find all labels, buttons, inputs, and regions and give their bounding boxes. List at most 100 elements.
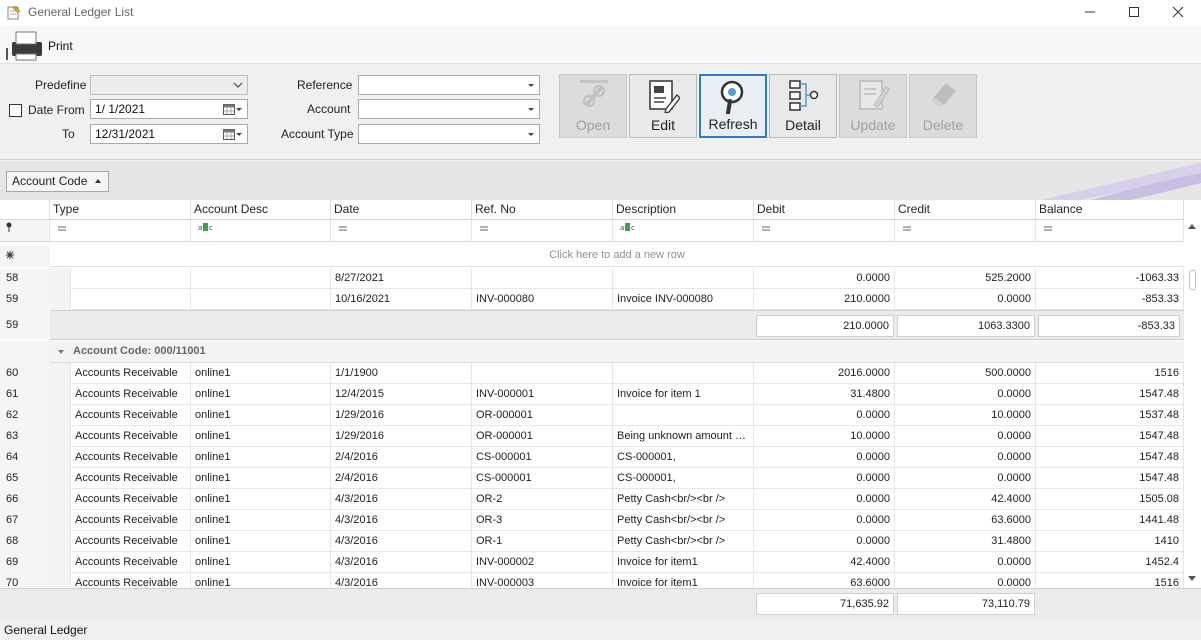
cell-date[interactable]: 2/4/2016 [331, 447, 472, 468]
cell-ref-no[interactable]: OR-3 [472, 510, 613, 531]
date-from-picker[interactable]: 1/ 1/2021 [90, 99, 248, 119]
cell-debit[interactable]: 2016.0000 [754, 363, 895, 384]
cell-credit[interactable]: 63.6000 [895, 510, 1036, 531]
cell-debit[interactable]: 0.0000 [754, 405, 895, 426]
cell-debit[interactable]: 31.4800 [754, 384, 895, 405]
date-to-picker[interactable]: 12/31/2021 [90, 124, 248, 144]
cell-credit[interactable]: 0.0000 [895, 468, 1036, 489]
cell-account-desc[interactable]: online1 [191, 363, 331, 384]
group-row-account-code[interactable]: Account Code: 000/11001 [50, 341, 1184, 363]
open-button[interactable]: Open [559, 74, 627, 138]
cell-account-desc[interactable]: online1 [191, 384, 331, 405]
cell-ref-no[interactable]: OR-1 [472, 531, 613, 552]
cell-balance[interactable]: 1410 [1036, 531, 1184, 552]
cell-balance[interactable]: -853.33 [1036, 289, 1184, 310]
cell-description[interactable]: CS-000001, [613, 447, 754, 468]
cell-date[interactable]: 4/3/2016 [331, 531, 472, 552]
cell-type[interactable]: Accounts Receivable [71, 363, 191, 384]
detail-button[interactable]: Detail [769, 74, 837, 138]
table-row[interactable]: Accounts Receivable online1 1/1/1900 2016.0… [50, 363, 1184, 384]
cell-balance[interactable]: -1063.33 [1036, 268, 1184, 289]
scrollbar-thumb[interactable] [1189, 270, 1196, 290]
cell-type[interactable]: Accounts Receivable [71, 510, 191, 531]
vertical-scrollbar[interactable] [1184, 220, 1201, 590]
table-row[interactable]: Accounts Receivable online1 4/3/2016 OR-3 Pe… [50, 510, 1184, 531]
cell-account-desc[interactable]: online1 [191, 426, 331, 447]
cell-description[interactable]: Invoice for item 1 [613, 384, 754, 405]
cell-debit[interactable]: 0.0000 [754, 468, 895, 489]
cell-credit[interactable]: 500.0000 [895, 363, 1036, 384]
cell-account-desc[interactable]: online1 [191, 552, 331, 573]
table-row[interactable]: Accounts Receivable online1 12/4/2015 INV-0… [50, 384, 1184, 405]
account-select[interactable] [358, 99, 540, 119]
delete-button[interactable]: Delete [909, 74, 977, 138]
cell-date[interactable]: 4/3/2016 [331, 510, 472, 531]
cell-debit[interactable]: 0.0000 [754, 510, 895, 531]
cell-account-desc[interactable]: online1 [191, 447, 331, 468]
cell-credit[interactable]: 10.0000 [895, 405, 1036, 426]
cell-date[interactable]: 10/16/2021 [331, 289, 472, 310]
cell-debit[interactable]: 210.0000 [754, 289, 895, 310]
cell-balance[interactable]: 1441.48 [1036, 510, 1184, 531]
table-row[interactable]: Accounts Receivable online1 2/4/2016 CS-000… [50, 468, 1184, 489]
cell-type[interactable] [71, 289, 191, 310]
collapse-triangle-icon[interactable] [57, 341, 65, 362]
close-button[interactable] [1155, 0, 1201, 24]
cell-type[interactable]: Accounts Receivable [71, 552, 191, 573]
cell-ref-no[interactable] [472, 268, 613, 289]
filter-cell-ref-no[interactable] [472, 220, 613, 242]
cell-type[interactable]: Accounts Receivable [71, 405, 191, 426]
cell-type[interactable]: Accounts Receivable [71, 531, 191, 552]
table-row[interactable]: Accounts Receivable online1 4/3/2016 OR-1 Pe… [50, 531, 1184, 552]
filter-cell-description[interactable]: ac [613, 220, 754, 242]
cell-account-desc[interactable]: online1 [191, 405, 331, 426]
cell-debit[interactable]: 10.0000 [754, 426, 895, 447]
account-type-select[interactable] [358, 124, 540, 144]
cell-ref-no[interactable]: CS-000001 [472, 468, 613, 489]
cell-description[interactable]: Petty Cash<br/><br /> [613, 510, 754, 531]
cell-description[interactable]: Invoice for item1 [613, 552, 754, 573]
cell-ref-no[interactable]: OR-2 [472, 489, 613, 510]
table-row[interactable]: 10/16/2021 INV-000080 Invoice INV-000080 21… [50, 289, 1184, 310]
cell-date[interactable]: 2/4/2016 [331, 468, 472, 489]
cell-date[interactable]: 1/29/2016 [331, 426, 472, 447]
cell-date[interactable]: 12/4/2015 [331, 384, 472, 405]
cell-ref-no[interactable]: OR-000001 [472, 426, 613, 447]
cell-debit[interactable]: 0.0000 [754, 489, 895, 510]
scroll-up-icon[interactable] [1188, 223, 1196, 231]
cell-credit[interactable]: 0.0000 [895, 289, 1036, 310]
cell-date[interactable]: 4/3/2016 [331, 552, 472, 573]
print-button[interactable]: Print [4, 28, 80, 62]
cell-date[interactable]: 4/3/2016 [331, 489, 472, 510]
table-row[interactable]: Accounts Receivable online1 1/29/2016 OR-00… [50, 426, 1184, 447]
table-row[interactable]: 8/27/2021 0.0000 525.2000 -1063.33 [50, 268, 1184, 289]
table-row[interactable]: Accounts Receivable online1 2/4/2016 CS-000… [50, 447, 1184, 468]
cell-type[interactable]: Accounts Receivable [71, 384, 191, 405]
cell-description[interactable] [613, 405, 754, 426]
filter-cell-balance[interactable] [1036, 220, 1184, 242]
edit-button[interactable]: Edit [629, 74, 697, 138]
column-header-type[interactable]: Type [50, 200, 191, 220]
filter-cell-account-desc[interactable]: ac [191, 220, 331, 242]
cell-balance[interactable]: 1547.48 [1036, 426, 1184, 447]
maximize-button[interactable] [1111, 0, 1157, 24]
cell-debit[interactable]: 0.0000 [754, 447, 895, 468]
group-by-account-code-chip[interactable]: Account Code [6, 171, 109, 192]
filter-cell-type[interactable] [50, 220, 191, 242]
cell-credit[interactable]: 0.0000 [895, 384, 1036, 405]
cell-balance[interactable]: 1547.48 [1036, 447, 1184, 468]
cell-debit[interactable]: 0.0000 [754, 268, 895, 289]
scroll-down-icon[interactable] [1188, 574, 1196, 582]
column-header-credit[interactable]: Credit [895, 200, 1036, 220]
refresh-button[interactable]: Refresh [699, 74, 767, 138]
cell-date[interactable]: 1/29/2016 [331, 405, 472, 426]
cell-ref-no[interactable]: OR-000001 [472, 405, 613, 426]
cell-credit[interactable]: 0.0000 [895, 552, 1036, 573]
column-header-description[interactable]: Description [613, 200, 754, 220]
filter-cell-credit[interactable] [895, 220, 1036, 242]
cell-type[interactable]: Accounts Receivable [71, 468, 191, 489]
cell-credit[interactable]: 42.4000 [895, 489, 1036, 510]
cell-date[interactable]: 1/1/1900 [331, 363, 472, 384]
cell-credit[interactable]: 525.2000 [895, 268, 1036, 289]
cell-ref-no[interactable]: INV-000002 [472, 552, 613, 573]
